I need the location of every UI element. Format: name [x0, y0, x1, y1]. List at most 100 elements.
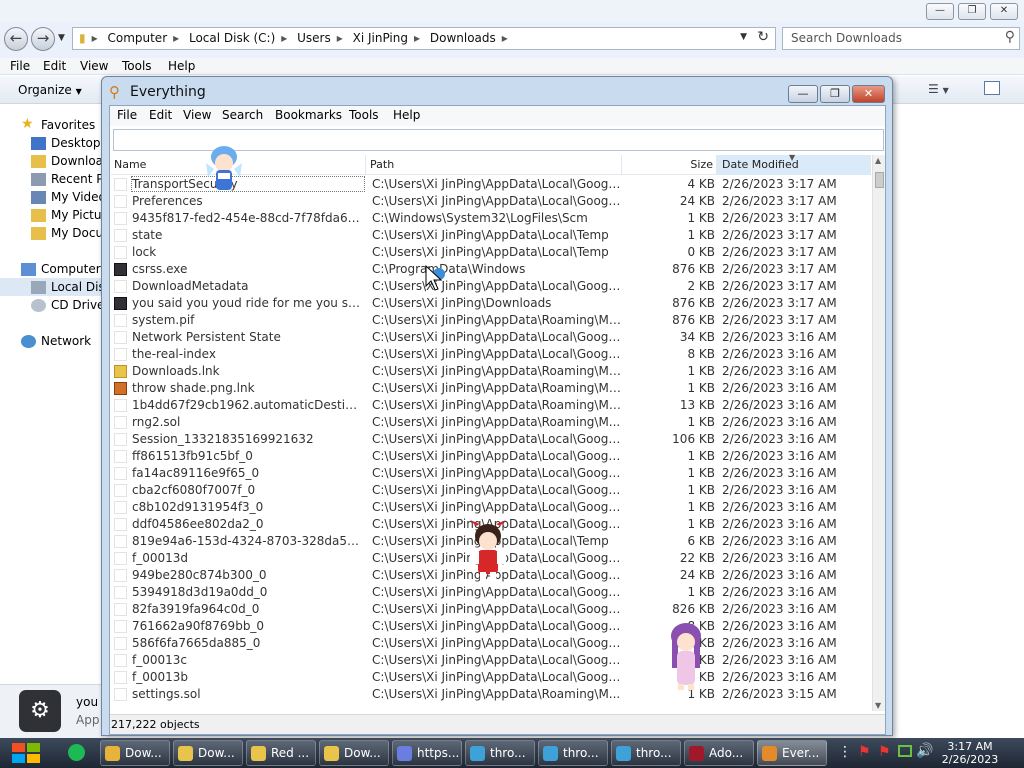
- taskbar-item[interactable]: Dow...: [319, 740, 389, 766]
- back-button[interactable]: ←: [4, 27, 28, 51]
- breadcrumb-user[interactable]: Xi JinPing: [353, 31, 408, 45]
- nav-cd-drive[interactable]: CD Drive: [0, 296, 104, 314]
- column-path[interactable]: Path: [366, 155, 622, 175]
- menu-file[interactable]: File: [10, 59, 30, 73]
- organize-button[interactable]: Organize ▼: [18, 83, 82, 97]
- nav-favorites[interactable]: ★ Favorites: [0, 116, 104, 134]
- scroll-up-icon[interactable]: ▲: [875, 156, 881, 165]
- nav-my-documents[interactable]: My Documents: [0, 224, 104, 242]
- taskbar-item[interactable]: Dow...: [100, 740, 170, 766]
- result-row[interactable]: cba2cf6080f7007f_0 C:\Users\Xi JinPing\Ap…: [111, 482, 871, 499]
- search-input[interactable]: Search Downloads ⚲: [782, 27, 1020, 50]
- result-row[interactable]: settings.sol C:\Users\Xi JinPing\AppData\…: [111, 686, 871, 703]
- menu-search[interactable]: Search: [222, 108, 263, 122]
- taskbar-item[interactable]: Dow...: [173, 740, 243, 766]
- result-row[interactable]: Network Persistent State C:\Users\Xi JinP…: [111, 329, 871, 346]
- taskbar-item[interactable]: thro...: [465, 740, 535, 766]
- result-row[interactable]: rng2.sol C:\Users\Xi JinPing\AppData\Roam…: [111, 414, 871, 431]
- action-center-icon[interactable]: ⚑: [878, 744, 891, 760]
- menu-edit[interactable]: Edit: [149, 108, 172, 122]
- result-row[interactable]: 82fa3919fa964c0d_0 C:\Users\Xi JinPing\Ap…: [111, 601, 871, 618]
- result-row[interactable]: state C:\Users\Xi JinPing\AppData\Local\T…: [111, 227, 871, 244]
- nav-recent[interactable]: Recent Places: [0, 170, 104, 188]
- taskbar-item[interactable]: thro...: [611, 740, 681, 766]
- nav-my-pictures[interactable]: My Pictures: [0, 206, 104, 224]
- taskbar-item[interactable]: Ever...: [757, 740, 827, 766]
- result-row[interactable]: 5394918d3d19a0dd_0 C:\Users\Xi JinPing\Ap…: [111, 584, 871, 601]
- taskbar-item-label: Ever...: [782, 746, 820, 760]
- menu-help[interactable]: Help: [168, 59, 195, 73]
- menu-edit[interactable]: Edit: [43, 59, 66, 73]
- close-button[interactable]: ✕: [852, 85, 885, 103]
- result-row[interactable]: you said you youd ride for me you said i…: [111, 295, 871, 312]
- menu-tools[interactable]: Tools: [122, 59, 152, 73]
- minimize-button[interactable]: —: [788, 85, 818, 103]
- flag-icon[interactable]: ⚑: [858, 744, 871, 760]
- breadcrumb-local-disk[interactable]: Local Disk (C:): [189, 31, 275, 45]
- menu-file[interactable]: File: [117, 108, 137, 122]
- clock-time: 3:17 AM: [947, 740, 993, 753]
- start-button[interactable]: [8, 738, 44, 768]
- menu-view[interactable]: View: [183, 108, 211, 122]
- spotify-icon[interactable]: [68, 744, 85, 761]
- result-row[interactable]: system.pif C:\Users\Xi JinPing\AppData\Ro…: [111, 312, 871, 329]
- result-row[interactable]: f_00013c C:\Users\Xi JinPing\AppData\Loca…: [111, 652, 871, 669]
- more-options-icon[interactable]: ⋮: [838, 744, 852, 760]
- result-row[interactable]: csrss.exe C:\ProgramData\Windows 876 KB 2/2…: [111, 261, 871, 278]
- view-options-icon[interactable]: ☰ ▼: [928, 82, 949, 96]
- breadcrumb-computer[interactable]: Computer: [107, 31, 167, 45]
- maximize-button[interactable]: ❐: [958, 3, 986, 20]
- nav-desktop[interactable]: Desktop: [0, 134, 104, 152]
- history-dropdown-icon[interactable]: ▼: [58, 33, 65, 43]
- result-size: 13 KB: [679, 398, 715, 412]
- minimize-button[interactable]: —: [926, 3, 954, 20]
- preview-pane-icon[interactable]: [984, 81, 1000, 95]
- result-row[interactable]: 761662a90f8769bb_0 C:\Users\Xi JinPing\Ap…: [111, 618, 871, 635]
- search-icon[interactable]: ⚲: [1005, 29, 1015, 45]
- breadcrumb-downloads[interactable]: Downloads: [430, 31, 496, 45]
- clock[interactable]: 3:17 AM 2/26/2023: [928, 740, 1012, 766]
- refresh-icon[interactable]: ↻: [757, 29, 769, 45]
- breadcrumb-users[interactable]: Users: [297, 31, 331, 45]
- result-row[interactable]: c8b102d9131954f3_0 C:\Users\Xi JinPing\Ap…: [111, 499, 871, 516]
- result-row[interactable]: ff861513fb91c5bf_0 C:\Users\Xi JinPing\Ap…: [111, 448, 871, 465]
- maximize-button[interactable]: ❐: [820, 85, 850, 103]
- nav-my-videos[interactable]: My Videos: [0, 188, 104, 206]
- menu-help[interactable]: Help: [393, 108, 420, 122]
- close-button[interactable]: ✕: [990, 3, 1018, 20]
- clock-date: 2/26/2023: [941, 753, 999, 766]
- nav-downloads[interactable]: Downloads: [0, 152, 104, 170]
- forward-button[interactable]: →: [31, 27, 55, 51]
- menu-tools[interactable]: Tools: [349, 108, 379, 122]
- scroll-thumb[interactable]: [875, 172, 884, 188]
- taskbar-item[interactable]: https...: [392, 740, 462, 766]
- result-row[interactable]: 1b4dd67f29cb1962.automaticDestinatio... C…: [111, 397, 871, 414]
- result-row[interactable]: Downloads.lnk C:\Users\Xi JinPing\AppData…: [111, 363, 871, 380]
- taskbar-item[interactable]: Ado...: [684, 740, 754, 766]
- column-date-label: Date Modified: [722, 158, 799, 171]
- column-date-modified[interactable]: Date Modified ▼: [717, 153, 871, 175]
- result-name: TransportSecurity: [131, 176, 365, 192]
- nav-local-disk[interactable]: Local Disk (C:): [0, 278, 104, 296]
- address-dropdown-icon[interactable]: ▼: [740, 32, 747, 42]
- result-row[interactable]: 586f6fa7665da885_0 C:\Users\Xi JinPing\Ap…: [111, 635, 871, 652]
- nav-network[interactable]: Network: [0, 332, 104, 350]
- vertical-scrollbar[interactable]: ▲ ▼: [872, 155, 885, 711]
- result-row[interactable]: the-real-index C:\Users\Xi JinPing\AppDat…: [111, 346, 871, 363]
- nav-computer[interactable]: Computer: [0, 260, 104, 278]
- taskbar-item[interactable]: Red ...: [246, 740, 316, 766]
- address-bar[interactable]: ▮ ▸ Computer ▸ Local Disk (C:) ▸ Users ▸ Xi …: [72, 27, 776, 50]
- result-row[interactable]: DownloadMetadata C:\Users\Xi JinPing\AppD…: [111, 278, 871, 295]
- menu-view[interactable]: View: [80, 59, 108, 73]
- result-row[interactable]: f_00013b C:\Users\Xi JinPing\AppData\Loca…: [111, 669, 871, 686]
- network-tray-icon[interactable]: [898, 745, 912, 757]
- result-row[interactable]: lock C:\Users\Xi JinPing\AppData\Local\Te…: [111, 244, 871, 261]
- result-row[interactable]: fa14ac89116e9f65_0 C:\Users\Xi JinPing\Ap…: [111, 465, 871, 482]
- column-size[interactable]: Size: [622, 155, 717, 175]
- result-row[interactable]: 9435f817-fed2-454e-88cd-7f78fda62c48 C:\W…: [111, 210, 871, 227]
- result-row[interactable]: throw shade.png.lnk C:\Users\Xi JinPing\A…: [111, 380, 871, 397]
- taskbar-item[interactable]: thro...: [538, 740, 608, 766]
- menu-bookmarks[interactable]: Bookmarks: [275, 108, 342, 122]
- scroll-down-icon[interactable]: ▼: [875, 701, 881, 710]
- result-row[interactable]: Session_13321835169921632 C:\Users\Xi Jin…: [111, 431, 871, 448]
